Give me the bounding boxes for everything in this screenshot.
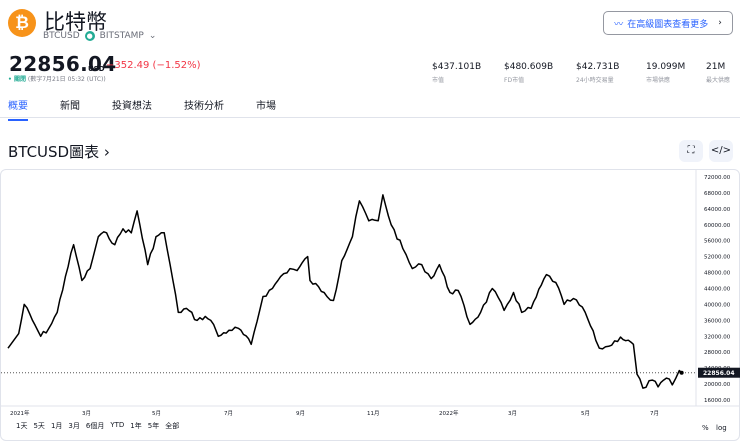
range-button[interactable]: 3月: [68, 421, 79, 431]
last-price-label: 22856.04: [703, 370, 735, 377]
x-tick-label: 5月: [152, 410, 161, 417]
range-bar: 1天 5天 1月 3月 6個月 YTD 1年 5年 全部: [0, 421, 179, 431]
range-button[interactable]: 6個月: [86, 421, 104, 431]
range-button[interactable]: 1月: [51, 421, 62, 431]
y-tick-label: 36000.00: [704, 318, 731, 324]
y-tick-label: 52000.00: [704, 255, 731, 261]
range-button[interactable]: 5天: [33, 421, 44, 431]
y-tick-label: 60000.00: [704, 223, 731, 229]
y-tick-label: 72000.00: [704, 175, 731, 181]
range-button[interactable]: 1天: [16, 421, 27, 431]
range-button[interactable]: 全部: [165, 421, 179, 431]
x-tick-label: 3月: [82, 410, 91, 417]
x-tick-label: 9月: [296, 410, 305, 417]
last-price-dot: [679, 370, 684, 375]
x-tick-label: 7月: [650, 410, 659, 417]
percent-button[interactable]: %: [702, 424, 709, 432]
price-chart[interactable]: 72000.00 68000.00 64000.00 60000.00 56000.00…: [0, 0, 740, 443]
x-tick-label: 11月: [367, 410, 380, 417]
y-tick-label: 32000.00: [704, 334, 731, 340]
y-tick-label: 48000.00: [704, 271, 731, 277]
range-button[interactable]: 1年: [130, 421, 141, 431]
x-tick-label: 3月: [508, 410, 517, 417]
y-tick-label: 28000.00: [704, 350, 731, 356]
y-tick-label: 16000.00: [704, 398, 731, 404]
x-tick-label: 5月: [581, 410, 590, 417]
range-button[interactable]: 5年: [148, 421, 159, 431]
y-tick-label: 68000.00: [704, 191, 731, 197]
x-tick-label: 2022年: [439, 409, 459, 417]
y-tick-label: 40000.00: [704, 302, 731, 308]
y-tick-label: 56000.00: [704, 239, 731, 245]
range-button[interactable]: YTD: [110, 421, 124, 431]
x-tick-label: 7月: [224, 410, 233, 417]
y-tick-label: 20000.00: [704, 382, 731, 388]
log-button[interactable]: log: [716, 424, 727, 432]
x-tick-label: 2021年: [10, 409, 30, 417]
price-line: [7, 194, 683, 389]
y-tick-label: 44000.00: [704, 287, 731, 293]
y-tick-label: 64000.00: [704, 207, 731, 213]
